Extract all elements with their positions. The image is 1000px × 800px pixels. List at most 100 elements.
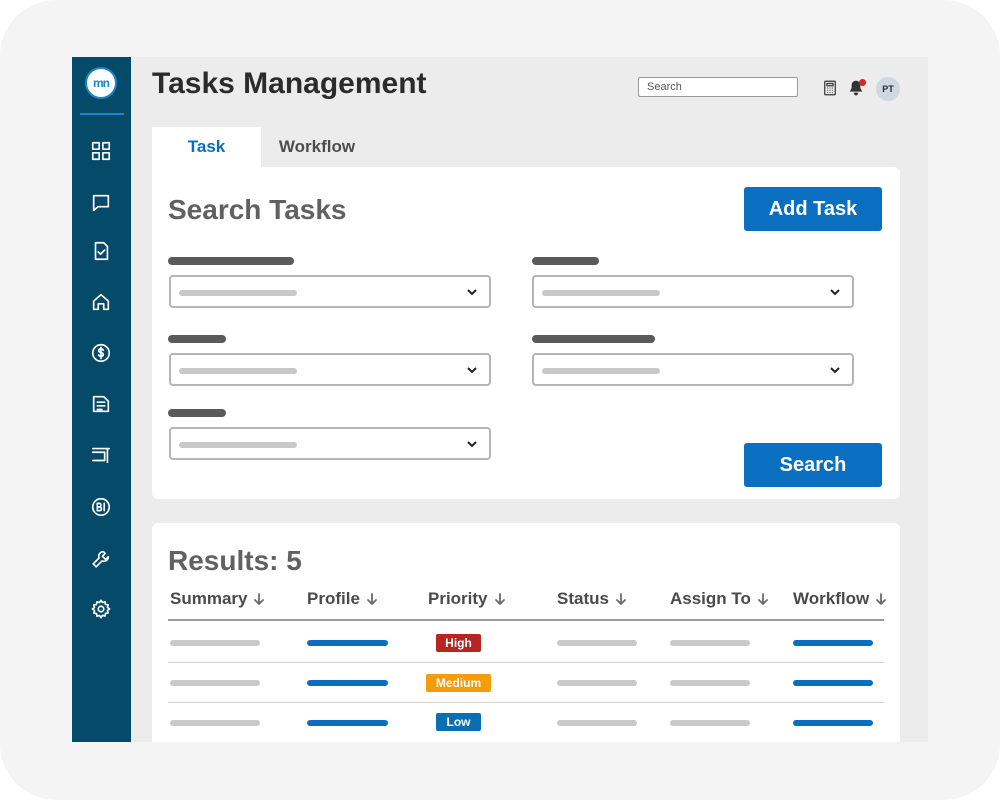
home-icon: [92, 293, 110, 311]
chevron-down-icon: [828, 285, 842, 299]
sidebar-item-bi[interactable]: [89, 495, 113, 519]
select-placeholder: [179, 368, 297, 374]
profile-link[interactable]: [307, 640, 388, 646]
column-header-status[interactable]: Status: [557, 589, 627, 609]
assign-to-cell: [670, 720, 750, 726]
app-logo[interactable]: mn: [85, 67, 117, 99]
search-tasks-card: Search Tasks Add Task Search: [152, 167, 900, 499]
column-header-profile[interactable]: Profile: [307, 589, 378, 609]
sort-arrow-icon: [616, 593, 626, 605]
filter-label: [532, 335, 655, 343]
filter-select[interactable]: [169, 275, 491, 308]
sort-arrow-icon: [758, 593, 768, 605]
chevron-down-icon: [828, 363, 842, 377]
device-frame: mn Tasks Management Search PT Task Workf…: [0, 0, 1000, 800]
tab-workflow[interactable]: Workflow: [261, 127, 373, 167]
sort-arrow-icon: [254, 593, 265, 605]
row-divider: [168, 702, 884, 703]
calculator-button[interactable]: [820, 78, 840, 98]
sidebar-item-inventory[interactable]: [89, 443, 113, 467]
filter-select[interactable]: [169, 353, 491, 386]
search-input[interactable]: [638, 77, 798, 97]
column-label: Workflow: [793, 589, 870, 608]
sidebar-item-dashboard[interactable]: [89, 139, 113, 163]
gear-icon: [91, 599, 111, 619]
bi-icon: [91, 497, 111, 517]
tab-task[interactable]: Task: [152, 127, 261, 167]
results-card: Results: 5 Summary Profile Priority Stat…: [152, 523, 900, 742]
assign-to-cell: [670, 640, 750, 646]
summary-cell: [170, 680, 260, 686]
filter-label: [532, 257, 599, 265]
workflow-link[interactable]: [793, 640, 873, 646]
select-placeholder: [179, 290, 297, 296]
workflow-link[interactable]: [793, 720, 873, 726]
page-title: Tasks Management: [152, 67, 427, 100]
filter-select[interactable]: [169, 427, 491, 460]
logo-text: mn: [93, 76, 110, 90]
column-label: Status: [557, 589, 609, 608]
filter-select[interactable]: [532, 353, 854, 386]
chat-icon: [92, 194, 110, 212]
column-label: Profile: [307, 589, 360, 608]
column-header-workflow[interactable]: Workflow: [793, 589, 887, 609]
summary-cell: [170, 720, 260, 726]
workflow-link[interactable]: [793, 680, 873, 686]
sort-arrow-icon: [367, 593, 377, 605]
header-divider: [168, 619, 884, 621]
sidebar-item-settings[interactable]: [89, 597, 113, 621]
select-placeholder: [542, 290, 660, 296]
wrench-icon: [92, 550, 110, 568]
chevron-down-icon: [465, 437, 479, 451]
priority-badge: High: [436, 634, 481, 652]
sort-arrow-icon: [876, 593, 887, 605]
filter-label: [168, 257, 294, 265]
status-cell: [557, 720, 637, 726]
cabinet-icon: [91, 447, 111, 464]
summary-cell: [170, 640, 260, 646]
avatar[interactable]: PT: [876, 77, 900, 101]
chevron-down-icon: [465, 363, 479, 377]
priority-badge: Low: [436, 713, 481, 731]
column-header-assign-to[interactable]: Assign To: [670, 589, 769, 609]
filter-label: [168, 409, 226, 417]
profile-link[interactable]: [307, 680, 388, 686]
sort-arrow-icon: [494, 593, 505, 605]
notifications-button[interactable]: [846, 78, 866, 98]
priority-badge: Medium: [426, 674, 491, 692]
filter-select[interactable]: [532, 275, 854, 308]
filter-label: [168, 335, 226, 343]
checklist-icon: [94, 241, 109, 261]
search-button[interactable]: Search: [744, 443, 882, 487]
dollar-icon: [91, 343, 111, 363]
column-label: Priority: [428, 589, 488, 608]
column-header-summary[interactable]: Summary: [170, 589, 265, 609]
column-header-priority[interactable]: Priority: [428, 589, 506, 609]
notification-dot: [859, 79, 866, 86]
status-cell: [557, 680, 637, 686]
profile-link[interactable]: [307, 720, 388, 726]
select-placeholder: [179, 442, 297, 448]
app-window: mn Tasks Management Search PT Task Workf…: [72, 57, 928, 742]
sidebar-item-tasks[interactable]: [89, 239, 113, 263]
select-placeholder: [542, 368, 660, 374]
tab-task-label: Task: [187, 137, 226, 156]
tab-workflow-label: Workflow: [278, 137, 356, 156]
sidebar-item-tools[interactable]: [89, 547, 113, 571]
results-title: Results: 5: [168, 545, 302, 576]
column-label: Summary: [170, 589, 248, 608]
calculator-icon: [824, 80, 836, 96]
sidebar-item-documents[interactable]: [89, 392, 113, 416]
avatar-initials: PT: [882, 84, 894, 94]
sidebar-item-property[interactable]: [89, 290, 113, 314]
sidebar-divider: [80, 113, 124, 115]
sidebar-item-finance[interactable]: [89, 341, 113, 365]
search-tasks-title: Search Tasks: [168, 194, 347, 225]
chevron-down-icon: [465, 285, 479, 299]
column-label: Assign To: [670, 589, 751, 608]
grid-icon: [91, 141, 111, 161]
sidebar: mn: [72, 57, 131, 742]
sidebar-item-messages[interactable]: [89, 191, 113, 215]
add-task-button[interactable]: Add Task: [744, 187, 882, 231]
row-divider: [168, 662, 884, 663]
